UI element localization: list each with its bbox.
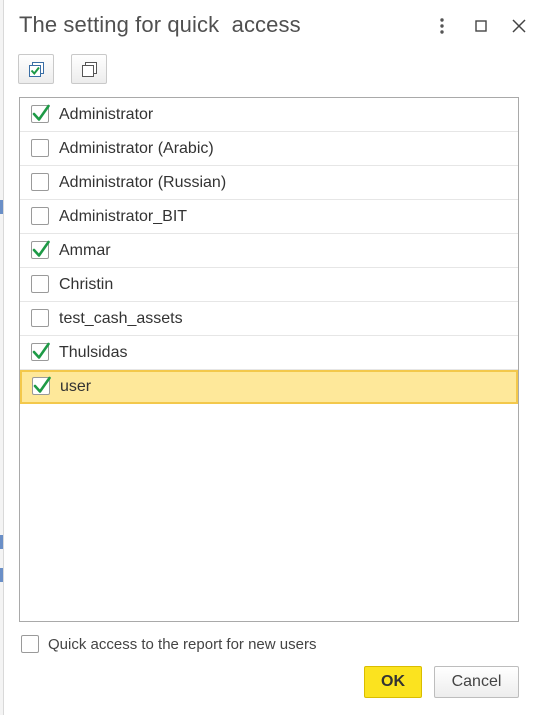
checkmark-icon <box>33 376 51 393</box>
list-item[interactable]: test_cash_assets <box>20 302 518 336</box>
user-name: Christin <box>59 276 114 293</box>
user-name: Administrator (Russian) <box>59 174 227 191</box>
user-checkbox[interactable] <box>31 207 49 225</box>
maximize-button[interactable] <box>469 14 493 38</box>
list-item[interactable]: Administrator_BIT <box>20 200 518 234</box>
user-list[interactable]: Administrator Administrator (Arabic) Admin… <box>19 97 519 622</box>
user-checkbox[interactable] <box>31 342 50 361</box>
user-name: Administrator <box>59 106 154 123</box>
user-checkbox[interactable] <box>31 275 49 293</box>
user-checkbox[interactable] <box>31 309 49 327</box>
dialog-title: The setting for quick access <box>19 12 301 37</box>
user-checkbox[interactable] <box>32 376 51 395</box>
user-checkbox[interactable] <box>31 240 50 259</box>
vertical-ellipsis-icon <box>440 18 444 34</box>
uncheck-all-button[interactable] <box>71 54 107 84</box>
check-all-button[interactable] <box>18 54 54 84</box>
uncheck-all-icon <box>82 62 97 77</box>
check-all-icon <box>29 62 44 77</box>
user-name: Thulsidas <box>59 344 128 361</box>
user-name: Administrator_BIT <box>59 208 188 225</box>
list-item[interactable]: Administrator <box>20 98 518 132</box>
user-name: Administrator (Arabic) <box>59 140 214 157</box>
title-bar: The setting for quick access <box>4 0 543 52</box>
list-item[interactable]: Administrator (Russian) <box>20 166 518 200</box>
user-checkbox[interactable] <box>31 139 49 157</box>
user-name: user <box>60 378 92 395</box>
new-users-checkbox[interactable] <box>21 635 39 653</box>
close-icon <box>512 19 526 33</box>
new-users-label: Quick access to the report for new users <box>48 636 317 653</box>
cancel-button[interactable]: Cancel <box>434 666 519 698</box>
close-button[interactable] <box>507 14 531 38</box>
quick-access-dialog: The setting for quick access Administrat… <box>3 0 543 715</box>
list-item[interactable]: user <box>20 370 518 404</box>
more-options-button[interactable] <box>430 14 454 38</box>
user-name: Ammar <box>59 242 111 259</box>
ok-button[interactable]: OK <box>364 666 422 698</box>
user-checkbox[interactable] <box>31 104 50 123</box>
maximize-icon <box>475 20 487 32</box>
user-name: test_cash_assets <box>59 310 183 327</box>
checkmark-icon <box>32 342 50 359</box>
list-item[interactable]: Administrator (Arabic) <box>20 132 518 166</box>
user-checkbox[interactable] <box>31 173 49 191</box>
checkmark-icon <box>32 104 50 121</box>
list-item[interactable]: Christin <box>20 268 518 302</box>
list-item[interactable]: Ammar <box>20 234 518 268</box>
list-item[interactable]: Thulsidas <box>20 336 518 370</box>
checkmark-icon <box>32 240 50 257</box>
